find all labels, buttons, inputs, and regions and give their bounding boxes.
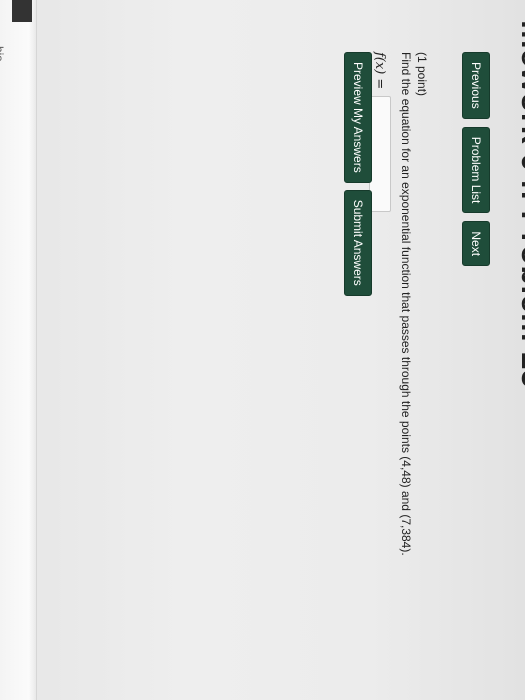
problem-body: (1 point) Find the equation for an expon… [350,52,429,692]
problem-page: mework 04: Problem 15 Previous Problem L… [0,0,525,700]
problem-statement: Find the equation for an exponential fun… [399,52,413,556]
answer-label: f(x) = [372,52,388,90]
problem-points: (1 point) [415,52,429,97]
previous-button[interactable]: Previous [462,52,490,119]
page-title: mework 04: Problem 15 [515,20,525,388]
submit-answers-button[interactable]: Submit Answers [344,189,372,296]
browser-viewport: his mework 04: Problem 15 Previous Probl… [0,0,525,700]
problem-nav: Previous Problem List Next [462,52,490,267]
preview-answers-button[interactable]: Preview My Answers [344,52,372,183]
answer-actions: Preview My Answers Submit Answers [344,52,372,296]
next-button[interactable]: Next [462,221,490,267]
problem-list-button[interactable]: Problem List [462,126,490,214]
answer-input[interactable] [369,96,391,212]
answer-row: f(x) = [369,52,391,692]
